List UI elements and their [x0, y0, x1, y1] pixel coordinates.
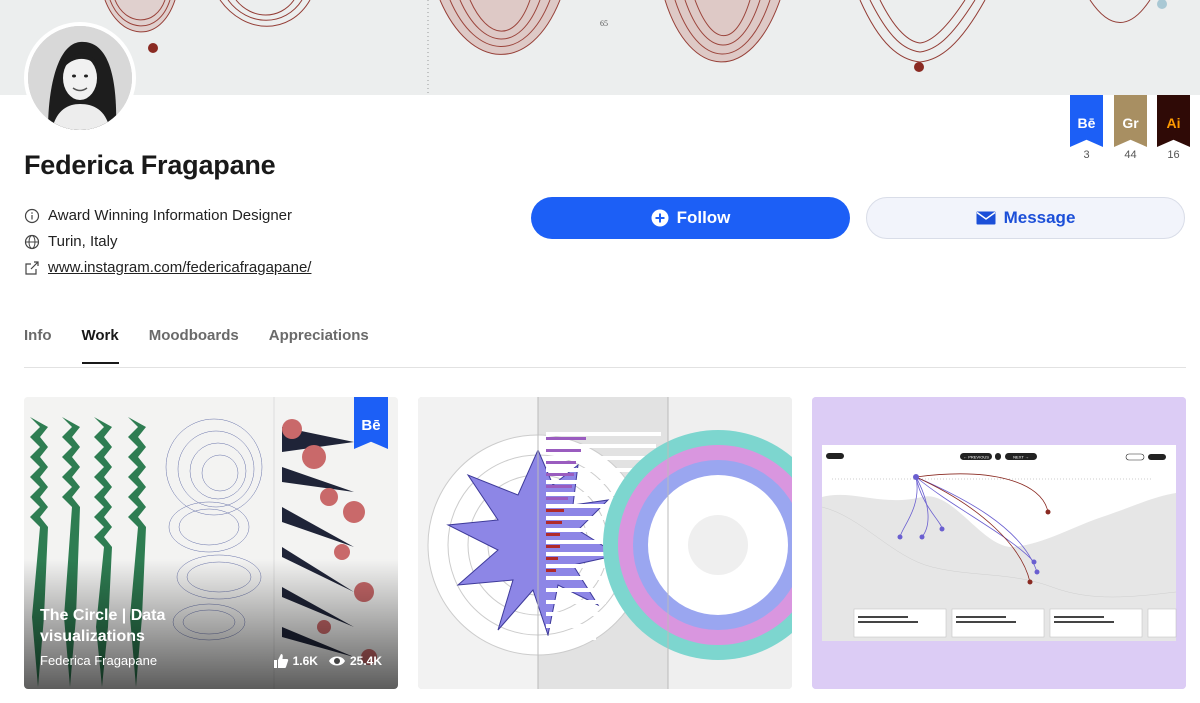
gallery-badge-count: 44	[1124, 149, 1137, 161]
tabs-divider	[24, 367, 1186, 368]
occupation-row: Award Winning Information Designer	[24, 207, 292, 224]
location-row: Turin, Italy	[24, 233, 117, 250]
message-label: Message	[1003, 208, 1076, 227]
illustrator-badge-label: Ai	[1157, 95, 1190, 147]
project-title[interactable]: The Circle | Data visualizations	[40, 605, 260, 647]
project-thumbnail	[418, 397, 792, 689]
behance-featured-badge: Bē	[354, 397, 388, 449]
behance-badge-label: Bē	[1070, 95, 1103, 147]
illustrator-badge-count: 16	[1167, 149, 1180, 161]
project-card[interactable]: Bē The Circle | Data visualizations Fede…	[24, 397, 398, 689]
message-button[interactable]: Message	[866, 197, 1185, 239]
tab-appreciations[interactable]: Appreciations	[269, 327, 369, 364]
behance-badge[interactable]: Bē 3	[1070, 95, 1103, 161]
website-row: www.instagram.com/federicafragapane/	[24, 259, 311, 276]
views-count: 25.4K	[349, 654, 382, 668]
website-link[interactable]: www.instagram.com/federicafragapane/	[48, 259, 311, 276]
likes-count: 1.6K	[292, 654, 318, 668]
previous-label: ← PREVIOUS	[963, 455, 989, 460]
tab-work[interactable]: Work	[81, 327, 119, 364]
project-stats: 1.6K 25.4K	[273, 653, 382, 669]
banner-artwork: 65	[104, 0, 1167, 95]
globe-icon	[24, 234, 40, 250]
occupation-text: Award Winning Information Designer	[48, 207, 293, 224]
avatar[interactable]	[24, 22, 136, 134]
gallery-badge-label: Gr	[1114, 95, 1147, 147]
tab-moodboards[interactable]: Moodboards	[149, 327, 239, 364]
plus-circle-icon	[651, 209, 669, 227]
profile-tabs: Info Work Moodboards Appreciations	[24, 327, 399, 364]
follow-label: Follow	[676, 208, 731, 227]
project-thumbnail: ← PREVIOUS NEXT →	[812, 397, 1186, 689]
behance-badge-count: 3	[1083, 149, 1090, 161]
tab-info[interactable]: Info	[24, 327, 52, 364]
project-card[interactable]	[418, 397, 792, 689]
illustrator-badge[interactable]: Ai 16	[1157, 95, 1190, 161]
project-owner[interactable]: Federica Fragapane	[40, 653, 157, 668]
eye-icon	[328, 656, 345, 666]
envelope-icon	[976, 210, 996, 226]
thumbs-up-icon	[273, 654, 288, 668]
info-icon	[24, 208, 40, 224]
next-label: NEXT →	[1013, 455, 1029, 460]
project-card[interactable]: ← PREVIOUS NEXT →	[812, 397, 1186, 689]
profile-banner: 65	[0, 0, 1200, 95]
external-link-icon	[24, 260, 40, 276]
profile-name: Federica Fragapane	[24, 150, 276, 180]
gallery-badge[interactable]: Gr 44	[1114, 95, 1147, 161]
avatar-photo	[28, 26, 132, 130]
location-text: Turin, Italy	[48, 233, 118, 250]
follow-button[interactable]: Follow	[531, 197, 850, 239]
banner-number: 65	[600, 19, 608, 28]
